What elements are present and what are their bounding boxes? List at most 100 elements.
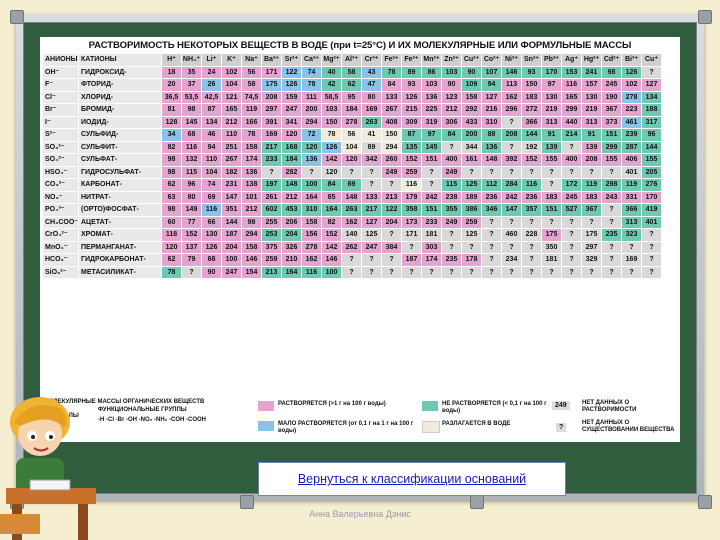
mass-cell: 144: [521, 128, 542, 142]
table-row: CrO₄²⁻ ХРОМАТ- 118 152 130 187 294 253 204 156 152…: [42, 228, 662, 242]
mass-cell: ?: [261, 165, 282, 179]
mass-cell: 367: [581, 203, 602, 217]
cation-header: Ni²⁺: [501, 53, 522, 67]
mass-cell: ?: [341, 253, 362, 267]
mass-cell: ?: [521, 215, 542, 229]
header-anions: АНИОНЫ: [42, 53, 79, 67]
cation-header: Li⁺: [201, 53, 222, 67]
mass-cell: 375: [261, 240, 282, 254]
mass-cell: 310: [481, 115, 502, 129]
mass-cell: 78: [301, 78, 322, 92]
mass-cell: 47: [361, 78, 382, 92]
mass-cell: 127: [361, 215, 382, 229]
mass-cell: ?: [361, 253, 382, 267]
mass-cell: 219: [541, 103, 562, 117]
table-row: MnO₄⁻ ПЕРМАНГАНАТ- 120 137 126 204 158 375 326 27…: [42, 240, 662, 254]
mass-cell: 26: [201, 78, 222, 92]
mass-cell: 147: [501, 203, 522, 217]
mass-cell: ?: [561, 215, 582, 229]
mass-cell: 103: [421, 78, 442, 92]
mass-cell: 294: [301, 115, 322, 129]
functional-groups-label: ФУНКЦИОНАЛЬНЫЕ ГРУППЫ: [98, 407, 187, 413]
mass-cell: 155: [601, 153, 622, 167]
mass-cell: 151: [421, 153, 442, 167]
cation-header: Cd²⁺: [601, 53, 622, 67]
mass-cell: 24: [201, 65, 222, 79]
mass-cell: 172: [561, 178, 582, 192]
mass-cell: 169: [261, 128, 282, 142]
mass-cell: ?: [481, 253, 502, 267]
mass-cell: 130: [541, 90, 562, 104]
mass-cell: 84: [441, 128, 462, 142]
anion-formula: NO₃⁻: [42, 190, 79, 204]
mass-cell: 146: [321, 253, 342, 267]
mass-cell: 104: [221, 78, 242, 92]
mass-cell: 41: [361, 128, 382, 142]
mass-cell: 259: [261, 253, 282, 267]
cation-header: Ag⁺: [561, 53, 582, 67]
mass-cell: 170: [641, 190, 662, 204]
mass-cell: 98: [181, 103, 202, 117]
mass-cell: 162: [501, 90, 522, 104]
mass-cell: 204: [281, 228, 302, 242]
mass-cell: ?: [641, 228, 662, 242]
mass-cell: 119: [581, 178, 602, 192]
mass-cell: 165: [561, 90, 582, 104]
mass-cell: 125: [361, 228, 382, 242]
mass-cell: 171: [401, 228, 422, 242]
mass-cell: 206: [281, 215, 302, 229]
legend-sample-number: 249: [552, 401, 570, 410]
mass-cell: ?: [421, 165, 442, 179]
table-row: HCO₃⁻ ГИДРОКАРБОНАТ- 62 79 68 100 146 259 210 162…: [42, 253, 662, 267]
cation-header: Sn²⁺: [521, 53, 542, 67]
mass-cell: ?: [641, 65, 662, 79]
anion-name: ГИДРОКАРБОНАТ-: [78, 253, 162, 267]
cation-header: K⁺: [221, 53, 242, 67]
mass-cell: 144: [221, 215, 242, 229]
anion-name: ГИДРОСУЛЬФАТ-: [78, 165, 162, 179]
mass-cell: 243: [601, 190, 622, 204]
mass-cell: 287: [621, 140, 642, 154]
mass-cell: 138: [241, 178, 262, 192]
mass-cell: 133: [361, 190, 382, 204]
mass-cell: 85: [321, 190, 342, 204]
mass-cell: 171: [261, 65, 282, 79]
mass-cell: 40: [321, 65, 342, 79]
mass-cell: 373: [601, 115, 622, 129]
mass-cell: 149: [181, 203, 202, 217]
cation-header: Al³⁺: [341, 53, 362, 67]
mass-cell: ?: [381, 228, 402, 242]
mass-cell: 366: [621, 203, 642, 217]
mass-cell: 77: [181, 215, 202, 229]
mass-cell: ?: [601, 165, 622, 179]
mass-cell: 104: [201, 165, 222, 179]
mass-cell: 306: [441, 115, 462, 129]
mass-cell: 197: [261, 178, 282, 192]
mass-cell: 97: [421, 128, 442, 142]
mass-cell: ?: [381, 253, 402, 267]
mass-cell: 98: [161, 203, 182, 217]
mass-cell: 142: [321, 153, 342, 167]
mass-cell: 128: [161, 115, 182, 129]
mass-cell: ?: [421, 178, 442, 192]
mass-cell: 261: [261, 190, 282, 204]
mass-cell: 174: [241, 153, 262, 167]
mass-cell: 96: [181, 178, 202, 192]
mass-cell: ?: [421, 265, 442, 279]
mass-cell: 200: [461, 128, 482, 142]
mass-cell: ?: [341, 165, 362, 179]
mass-cell: 408: [381, 115, 402, 129]
mass-cell: 56: [241, 65, 262, 79]
mass-cell: 152: [521, 153, 542, 167]
mass-cell: 214: [561, 128, 582, 142]
cation-header: Bi³⁺: [621, 53, 642, 67]
mass-cell: 148: [481, 153, 502, 167]
back-to-bases-classification-link[interactable]: Вернуться к классификации оснований: [258, 462, 566, 496]
mass-cell: 294: [381, 140, 402, 154]
mass-cell: ?: [441, 140, 462, 154]
table-row: PO₄³⁻ (ОРТО)ФОСФАТ- 98 149 116 351 212 602 453 31…: [42, 203, 662, 217]
mass-cell: 166: [241, 115, 262, 129]
mass-cell: 62: [161, 178, 182, 192]
mass-cell: 120: [301, 140, 322, 154]
mass-cell: 259: [461, 215, 482, 229]
